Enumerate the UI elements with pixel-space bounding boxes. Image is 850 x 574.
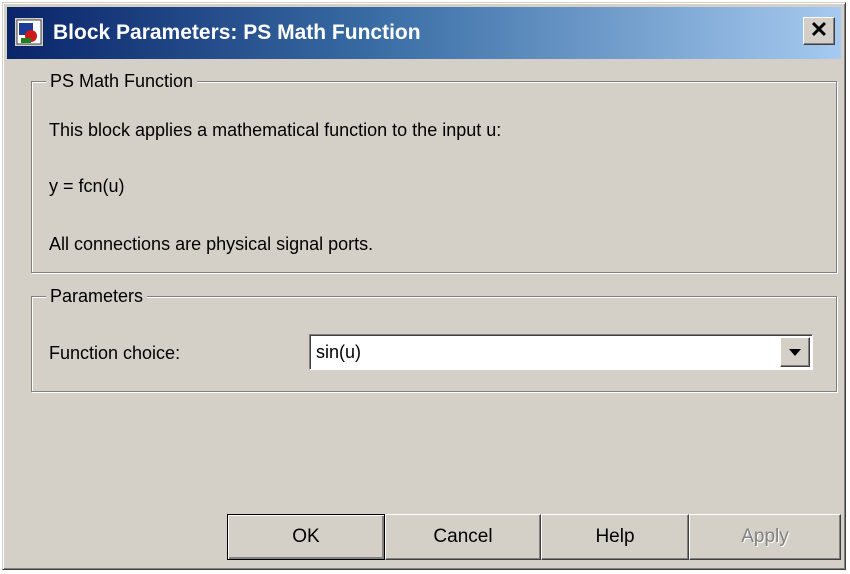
simulink-block-icon — [15, 18, 43, 46]
title-bar[interactable]: Block Parameters: PS Math Function ✕ — [7, 7, 841, 59]
window-title: Block Parameters: PS Math Function — [53, 21, 421, 44]
dropdown-button[interactable] — [780, 337, 810, 367]
parameters-group-title: Parameters — [46, 284, 148, 308]
help-button[interactable]: Help — [541, 514, 689, 560]
description-formula: y = fcn(u) — [49, 176, 125, 196]
ok-button[interactable]: OK — [227, 514, 385, 560]
chevron-down-icon — [789, 349, 801, 356]
function-choice-value: sin(u) — [316, 342, 362, 362]
function-choice-label: Function choice: — [49, 343, 181, 363]
description-line-1: This block applies a mathematical functi… — [49, 120, 502, 140]
function-choice-dropdown[interactable]: sin(u) — [309, 334, 813, 370]
apply-button[interactable]: Apply — [689, 514, 841, 560]
block-parameters-dialog: Block Parameters: PS Math Function ✕ PS … — [2, 2, 846, 570]
close-icon: ✕ — [809, 17, 829, 42]
cancel-button[interactable]: Cancel — [385, 514, 541, 560]
description-line-3: All connections are physical signal port… — [49, 234, 374, 254]
close-button[interactable]: ✕ — [803, 17, 835, 45]
description-group-title: PS Math Function — [46, 69, 198, 93]
